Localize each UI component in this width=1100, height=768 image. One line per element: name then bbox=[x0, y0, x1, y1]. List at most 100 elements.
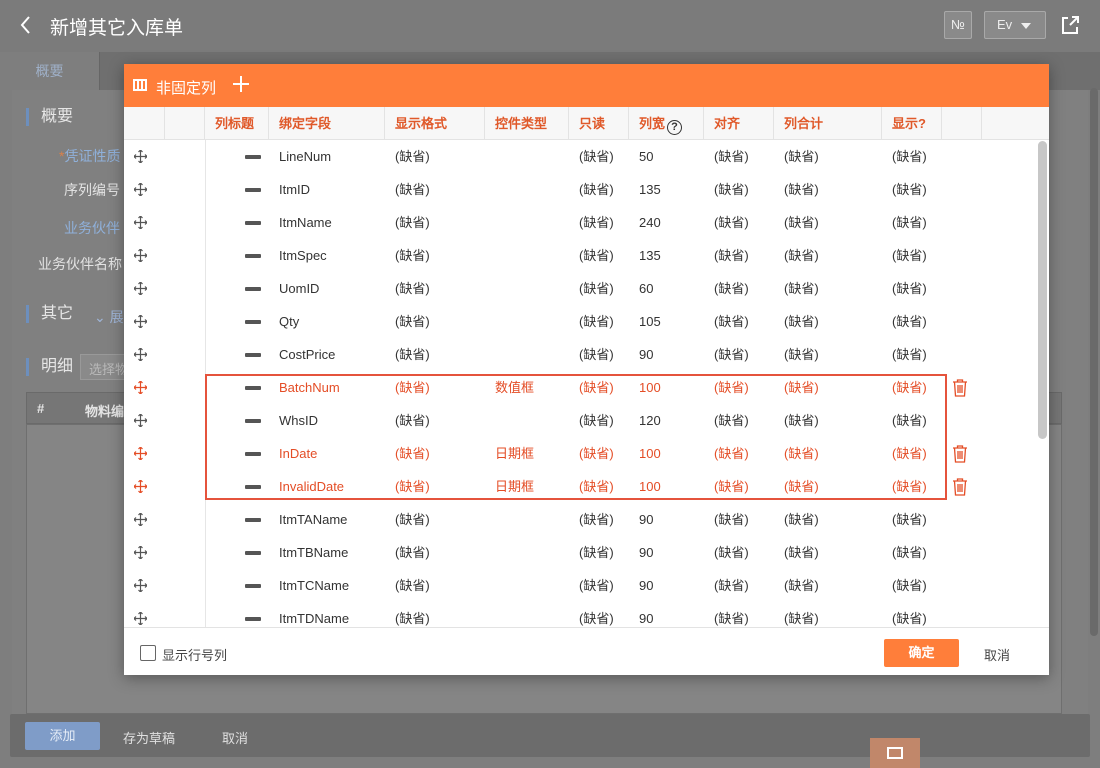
cell-control[interactable]: 日期框 bbox=[495, 437, 534, 470]
cell-width[interactable]: 100 bbox=[639, 470, 661, 503]
cell-readonly[interactable]: (缺省) bbox=[579, 140, 614, 173]
drag-handle-icon[interactable] bbox=[245, 287, 261, 291]
expand-toggle[interactable]: ⌄ 展 bbox=[94, 307, 124, 327]
cell-align[interactable]: (缺省) bbox=[714, 305, 749, 338]
trash-icon[interactable] bbox=[951, 477, 969, 496]
save-draft-button[interactable]: 存为草稿 bbox=[123, 728, 175, 747]
drag-handle-icon[interactable] bbox=[245, 320, 261, 324]
trash-icon[interactable] bbox=[951, 444, 969, 463]
cell-width[interactable]: 90 bbox=[639, 536, 653, 569]
cell-align[interactable]: (缺省) bbox=[714, 239, 749, 272]
drag-handle-icon[interactable] bbox=[245, 518, 261, 522]
cell-total[interactable]: (缺省) bbox=[784, 272, 819, 305]
drag-handle-icon[interactable] bbox=[245, 617, 261, 621]
cell-total[interactable]: (缺省) bbox=[784, 206, 819, 239]
share-icon[interactable] bbox=[1060, 14, 1080, 36]
cell-align[interactable]: (缺省) bbox=[714, 569, 749, 602]
dialog-cancel-button[interactable]: 取消 bbox=[984, 645, 1010, 664]
cell-readonly[interactable]: (缺省) bbox=[579, 503, 614, 536]
drag-handle-icon[interactable] bbox=[245, 452, 261, 456]
cell-align[interactable]: (缺省) bbox=[714, 338, 749, 371]
cell-field[interactable]: WhsID bbox=[279, 404, 318, 437]
language-select[interactable]: Ev bbox=[984, 11, 1046, 39]
cell-width[interactable]: 90 bbox=[639, 503, 653, 536]
cell-width[interactable]: 135 bbox=[639, 173, 661, 206]
cell-align[interactable]: (缺省) bbox=[714, 503, 749, 536]
cell-align[interactable]: (缺省) bbox=[714, 437, 749, 470]
drag-handle-icon[interactable] bbox=[245, 386, 261, 390]
help-icon[interactable]: ? bbox=[667, 120, 683, 135]
move-icon[interactable] bbox=[134, 447, 147, 460]
cell-format[interactable]: (缺省) bbox=[395, 437, 430, 470]
cell-show[interactable]: (缺省) bbox=[892, 503, 927, 536]
cell-align[interactable]: (缺省) bbox=[714, 140, 749, 173]
drag-handle-icon[interactable] bbox=[245, 221, 261, 225]
cell-readonly[interactable]: (缺省) bbox=[579, 437, 614, 470]
add-button[interactable]: 添加 bbox=[25, 722, 100, 750]
cell-field[interactable]: ItmTDName bbox=[279, 602, 349, 627]
drag-handle-icon[interactable] bbox=[245, 551, 261, 555]
cell-show[interactable]: (缺省) bbox=[892, 371, 927, 404]
confirm-button[interactable]: 确定 bbox=[884, 639, 959, 667]
cell-width[interactable]: 90 bbox=[639, 569, 653, 602]
cell-control[interactable]: 日期框 bbox=[495, 470, 534, 503]
cell-total[interactable]: (缺省) bbox=[784, 173, 819, 206]
cell-format[interactable]: (缺省) bbox=[395, 173, 430, 206]
cell-readonly[interactable]: (缺省) bbox=[579, 470, 614, 503]
cell-field[interactable]: LineNum bbox=[279, 140, 331, 173]
cell-align[interactable]: (缺省) bbox=[714, 206, 749, 239]
cell-format[interactable]: (缺省) bbox=[395, 272, 430, 305]
cell-show[interactable]: (缺省) bbox=[892, 140, 927, 173]
cell-width[interactable]: 105 bbox=[639, 305, 661, 338]
move-icon[interactable] bbox=[134, 315, 147, 328]
cell-show[interactable]: (缺省) bbox=[892, 536, 927, 569]
cell-field[interactable]: InvalidDate bbox=[279, 470, 344, 503]
page-scrollbar[interactable] bbox=[1090, 88, 1098, 636]
cell-show[interactable]: (缺省) bbox=[892, 470, 927, 503]
cell-field[interactable]: ItmTCName bbox=[279, 569, 349, 602]
cell-align[interactable]: (缺省) bbox=[714, 173, 749, 206]
cell-field[interactable]: ItmTAName bbox=[279, 503, 347, 536]
cell-show[interactable]: (缺省) bbox=[892, 437, 927, 470]
cell-readonly[interactable]: (缺省) bbox=[579, 536, 614, 569]
drag-handle-icon[interactable] bbox=[245, 584, 261, 588]
cell-align[interactable]: (缺省) bbox=[714, 602, 749, 627]
cell-field[interactable]: ItmSpec bbox=[279, 239, 327, 272]
drag-handle-icon[interactable] bbox=[245, 419, 261, 423]
move-icon[interactable] bbox=[134, 282, 147, 295]
cell-field[interactable]: ItmName bbox=[279, 206, 332, 239]
cell-format[interactable]: (缺省) bbox=[395, 503, 430, 536]
move-icon[interactable] bbox=[134, 513, 147, 526]
cell-format[interactable]: (缺省) bbox=[395, 305, 430, 338]
cell-field[interactable]: CostPrice bbox=[279, 338, 335, 371]
cell-total[interactable]: (缺省) bbox=[784, 569, 819, 602]
cell-format[interactable]: (缺省) bbox=[395, 602, 430, 627]
cell-show[interactable]: (缺省) bbox=[892, 602, 927, 627]
cell-format[interactable]: (缺省) bbox=[395, 338, 430, 371]
cell-field[interactable]: BatchNum bbox=[279, 371, 340, 404]
move-icon[interactable] bbox=[134, 546, 147, 559]
drag-handle-icon[interactable] bbox=[245, 254, 261, 258]
move-icon[interactable] bbox=[134, 216, 147, 229]
cell-total[interactable]: (缺省) bbox=[784, 437, 819, 470]
move-icon[interactable] bbox=[134, 480, 147, 493]
cell-readonly[interactable]: (缺省) bbox=[579, 272, 614, 305]
cell-readonly[interactable]: (缺省) bbox=[579, 206, 614, 239]
cell-show[interactable]: (缺省) bbox=[892, 239, 927, 272]
cell-field[interactable]: Qty bbox=[279, 305, 299, 338]
move-icon[interactable] bbox=[134, 348, 147, 361]
cell-format[interactable]: (缺省) bbox=[395, 536, 430, 569]
move-icon[interactable] bbox=[134, 183, 147, 196]
cell-readonly[interactable]: (缺省) bbox=[579, 404, 614, 437]
cell-total[interactable]: (缺省) bbox=[784, 305, 819, 338]
trash-icon[interactable] bbox=[951, 378, 969, 397]
cell-width[interactable]: 120 bbox=[639, 404, 661, 437]
number-button[interactable]: № bbox=[944, 11, 972, 39]
cell-readonly[interactable]: (缺省) bbox=[579, 569, 614, 602]
cell-show[interactable]: (缺省) bbox=[892, 338, 927, 371]
cell-show[interactable]: (缺省) bbox=[892, 272, 927, 305]
cell-total[interactable]: (缺省) bbox=[784, 602, 819, 627]
tab-overview[interactable]: 概要 bbox=[0, 52, 100, 90]
cell-align[interactable]: (缺省) bbox=[714, 272, 749, 305]
cell-width[interactable]: 50 bbox=[639, 140, 653, 173]
